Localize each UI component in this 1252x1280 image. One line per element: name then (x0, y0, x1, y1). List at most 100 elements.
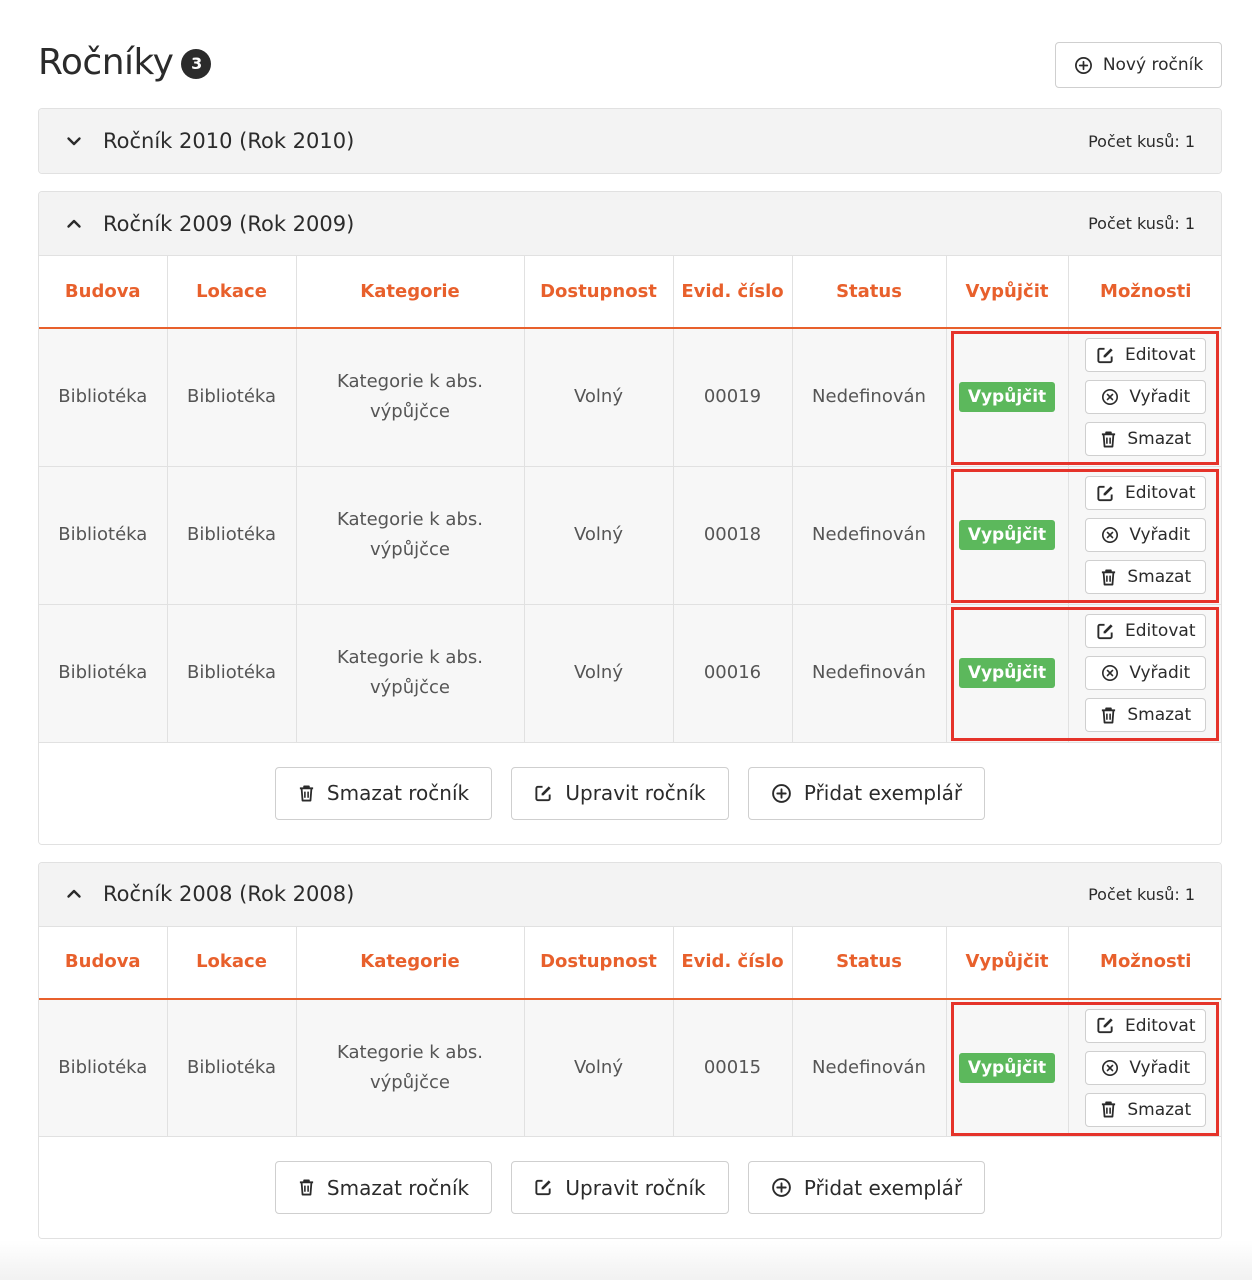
trash-icon (1100, 430, 1117, 449)
delete-button[interactable]: Smazat (1085, 698, 1207, 732)
column-header[interactable]: Evid. číslo (673, 256, 793, 329)
cell-building: Bibliotéka (39, 604, 168, 743)
delete-label: Smazat (1127, 705, 1192, 725)
column-header[interactable]: Dostupnost (524, 256, 674, 329)
add-copy-label: Přidat exemplář (803, 781, 963, 805)
cell-availability: Volný (524, 604, 674, 743)
cell-category: Kategorie k abs. výpůjčce (296, 604, 525, 743)
edit-label: Editovat (1125, 1015, 1196, 1036)
column-header[interactable]: Možnosti (1068, 926, 1221, 1000)
column-header[interactable]: Kategorie (296, 256, 525, 329)
edit-button[interactable]: Editovat (1085, 338, 1207, 373)
volume-panel-header[interactable]: Ročník 2008 (Rok 2008) Počet kusů: 1 (39, 862, 1221, 927)
discard-button[interactable]: Vyřadit (1085, 1050, 1207, 1085)
borrow-button[interactable]: Vypůjčit (958, 1052, 1056, 1083)
add-copy-button[interactable]: Přidat exemplář (748, 766, 985, 820)
discard-label: Vyřadit (1129, 663, 1191, 683)
cell-category: Kategorie k abs. výpůjčce (296, 466, 525, 605)
x-circle-icon (1101, 1059, 1119, 1077)
delete-button[interactable]: Smazat (1085, 1092, 1207, 1127)
cell-availability: Volný (524, 328, 674, 467)
delete-button[interactable]: Smazat (1085, 560, 1207, 594)
volume-panel-header[interactable]: Ročník 2010 (Rok 2010) Počet kusů: 1 (39, 109, 1221, 173)
x-circle-icon (1101, 664, 1119, 682)
discard-button[interactable]: Vyřadit (1085, 518, 1207, 552)
column-header[interactable]: Budova (39, 926, 168, 1000)
delete-volume-button[interactable]: Smazat ročník (275, 1161, 492, 1214)
edit-icon (534, 784, 553, 803)
discard-label: Vyřadit (1129, 525, 1191, 545)
column-header[interactable]: Dostupnost (524, 926, 674, 1000)
column-header[interactable]: Vypůjčit (946, 926, 1069, 1000)
column-header[interactable]: Možnosti (1068, 256, 1221, 329)
trash-icon (1100, 1100, 1117, 1119)
edit-button[interactable]: Editovat (1085, 614, 1207, 648)
edit-volume-button[interactable]: Upravit ročník (511, 766, 729, 820)
edit-icon (1096, 484, 1115, 503)
page-header: Ročníky 3 Nový ročník (38, 0, 1222, 108)
borrow-button[interactable]: Vypůjčit (958, 658, 1056, 688)
column-header[interactable]: Lokace (167, 926, 297, 1000)
table-header-row: Budova Lokace Kategorie Dostupnost Evid. čís… (39, 256, 1221, 329)
cell-location: Bibliotéka (167, 466, 297, 605)
cell-options: Editovat Vyřadit Smazat (1068, 998, 1221, 1137)
table-row: Bibliotéka Bibliotéka Kategorie k abs. v… (39, 998, 1221, 1137)
column-header[interactable]: Status (792, 256, 947, 329)
cell-borrow: Vypůjčit (946, 998, 1219, 1137)
cell-options: Editovat Vyřadit Smazat (1068, 466, 1221, 605)
add-copy-button[interactable]: Přidat exemplář (748, 1161, 985, 1214)
edit-label: Editovat (1125, 345, 1196, 366)
borrow-button[interactable]: Vypůjčit (958, 382, 1056, 413)
table-row: Bibliotéka Bibliotéka Kategorie k abs. v… (39, 604, 1221, 743)
copy-count: Počet kusů: 1 (1088, 884, 1195, 904)
edit-button[interactable]: Editovat (1085, 476, 1207, 510)
plus-circle-icon (1074, 56, 1093, 75)
delete-volume-label: Smazat ročník (326, 781, 470, 805)
delete-label: Smazat (1127, 429, 1192, 450)
cell-location: Bibliotéka (167, 328, 297, 467)
cell-options: Editovat Vyřadit Smazat (1068, 604, 1221, 743)
edit-icon (1096, 622, 1115, 641)
column-header[interactable]: Vypůjčit (946, 256, 1069, 329)
cell-status: Nedefinován (792, 328, 947, 467)
trash-icon (298, 1178, 315, 1197)
chevron-up-icon (65, 885, 83, 903)
discard-label: Vyřadit (1129, 1057, 1191, 1078)
edit-volume-button[interactable]: Upravit ročník (511, 1161, 729, 1214)
trash-icon (298, 784, 315, 803)
discard-button[interactable]: Vyřadit (1085, 380, 1207, 415)
edit-icon (1096, 1016, 1115, 1035)
table-row: Bibliotéka Bibliotéka Kategorie k abs. v… (39, 466, 1221, 605)
cell-status: Nedefinován (792, 604, 947, 743)
x-circle-icon (1101, 388, 1119, 406)
column-header[interactable]: Lokace (167, 256, 297, 329)
edit-label: Editovat (1125, 483, 1196, 503)
edit-button[interactable]: Editovat (1085, 1008, 1207, 1043)
volume-panels: Ročník 2010 (Rok 2010) Počet kusů: 1 Roč… (38, 108, 1222, 1239)
delete-button[interactable]: Smazat (1085, 422, 1207, 457)
column-header[interactable]: Status (792, 926, 947, 1000)
volumes-page: Ročníky 3 Nový ročník Ročník 2010 (Rok 2… (38, 0, 1222, 1256)
edit-icon (1096, 346, 1115, 365)
cell-borrow: Vypůjčit (946, 604, 1219, 743)
cell-location: Bibliotéka (167, 998, 297, 1137)
column-header[interactable]: Evid. číslo (673, 926, 793, 1000)
trash-icon (1100, 706, 1117, 725)
volume-panel: Ročník 2008 (Rok 2008) Počet kusů: 1 Bud… (38, 861, 1222, 1239)
new-volume-button[interactable]: Nový ročník (1055, 42, 1222, 88)
volume-title: Ročník 2008 (Rok 2008) (103, 882, 355, 906)
discard-button[interactable]: Vyřadit (1085, 656, 1207, 690)
page-title: Ročníky 3 (38, 42, 212, 83)
delete-volume-button[interactable]: Smazat ročník (275, 766, 492, 820)
column-header[interactable]: Budova (39, 256, 168, 329)
column-header[interactable]: Kategorie (296, 926, 525, 1000)
delete-label: Smazat (1127, 567, 1192, 587)
x-circle-icon (1101, 526, 1119, 544)
volume-panel-header[interactable]: Ročník 2009 (Rok 2009) Počet kusů: 1 (39, 192, 1221, 256)
edit-volume-label: Upravit ročník (565, 1175, 706, 1200)
cell-record-number: 00018 (673, 466, 793, 605)
volume-panel: Ročník 2009 (Rok 2009) Počet kusů: 1 Bud… (38, 191, 1222, 845)
discard-label: Vyřadit (1129, 387, 1191, 408)
cell-status: Nedefinován (792, 998, 947, 1137)
borrow-button[interactable]: Vypůjčit (958, 520, 1056, 550)
